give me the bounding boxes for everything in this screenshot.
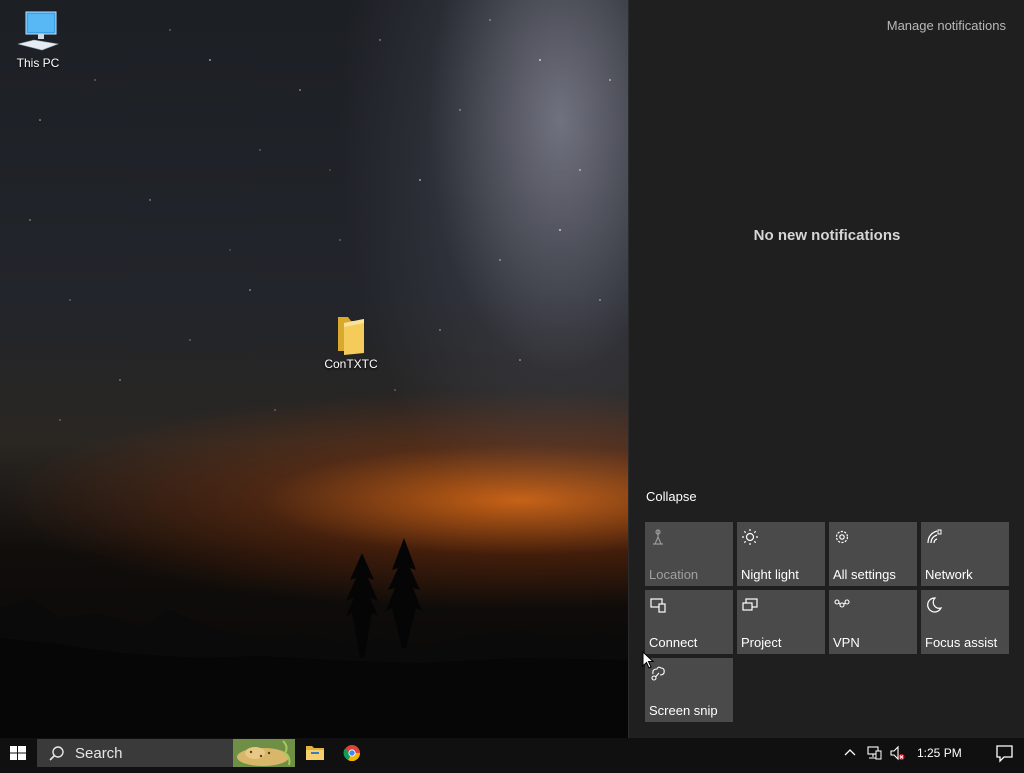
desktop-icon-label: ConTXTC xyxy=(324,357,378,371)
tile-label: Focus assist xyxy=(925,635,998,650)
start-button[interactable] xyxy=(0,738,36,768)
taskbar-search-box[interactable]: Search xyxy=(37,739,295,767)
vpn-icon xyxy=(834,599,850,608)
night-light-icon xyxy=(742,529,758,545)
action-center-button[interactable] xyxy=(984,738,1024,768)
taskbar-file-explorer[interactable] xyxy=(297,738,333,768)
tile-label: All settings xyxy=(833,567,896,582)
search-icon xyxy=(49,746,64,761)
volume-muted-icon[interactable] xyxy=(889,745,905,761)
computer-icon xyxy=(17,11,60,51)
search-highlight-illustration-icon xyxy=(233,739,295,767)
network-wired-icon[interactable] xyxy=(866,745,882,761)
desktop-icon-contxtc-folder[interactable]: ConTXTC xyxy=(313,313,389,371)
tile-label: Location xyxy=(649,567,699,582)
quick-action-night-light[interactable]: Night light xyxy=(737,522,825,586)
file-explorer-icon xyxy=(306,746,324,760)
action-center-panel: Manage notifications No new notification… xyxy=(628,0,1024,738)
location-icon xyxy=(653,529,663,545)
quick-action-location[interactable]: Location xyxy=(645,522,733,586)
collapse-button[interactable]: Collapse xyxy=(646,489,697,504)
folder-icon xyxy=(338,317,364,355)
tile-label: Project xyxy=(741,635,782,650)
project-icon xyxy=(742,598,758,611)
quick-action-project[interactable]: Project xyxy=(737,590,825,654)
chrome-icon xyxy=(343,745,361,762)
desktop-icon-this-pc[interactable]: This PC xyxy=(0,10,76,70)
chevron-up-icon[interactable] xyxy=(842,745,858,761)
taskbar: Search 1:25 PM xyxy=(0,738,1024,768)
tile-label: Screen snip xyxy=(649,703,718,718)
gear-icon xyxy=(835,530,849,544)
wallpaper-mountains xyxy=(0,538,628,738)
no-notifications-message: No new notifications xyxy=(753,227,901,244)
taskbar-chrome[interactable] xyxy=(334,738,370,768)
tile-label: Connect xyxy=(649,635,698,650)
connect-icon xyxy=(650,598,666,613)
quick-action-all-settings[interactable]: All settings xyxy=(829,522,917,586)
quick-action-network[interactable]: Network xyxy=(921,522,1009,586)
desktop-icon-label: This PC xyxy=(16,56,60,70)
search-label: Search xyxy=(75,745,123,762)
moon-icon xyxy=(927,597,943,613)
manage-notifications-link[interactable]: Manage notifications xyxy=(887,18,1006,33)
quick-action-screen-snip[interactable]: Screen snip xyxy=(645,658,733,722)
quick-action-vpn[interactable]: VPN xyxy=(829,590,917,654)
tile-label: VPN xyxy=(833,635,860,650)
taskbar-clock[interactable]: 1:25 PM xyxy=(917,746,962,760)
windows-logo-icon xyxy=(10,746,26,760)
notification-icon xyxy=(996,745,1013,763)
network-icon xyxy=(927,529,942,544)
quick-action-connect[interactable]: Connect xyxy=(645,590,733,654)
desktop[interactable]: This PC ConTXTC xyxy=(0,0,628,738)
tile-label: Night light xyxy=(741,567,799,582)
quick-action-focus-assist[interactable]: Focus assist xyxy=(921,590,1009,654)
tile-label: Network xyxy=(925,567,973,582)
mouse-cursor-icon xyxy=(642,651,654,669)
